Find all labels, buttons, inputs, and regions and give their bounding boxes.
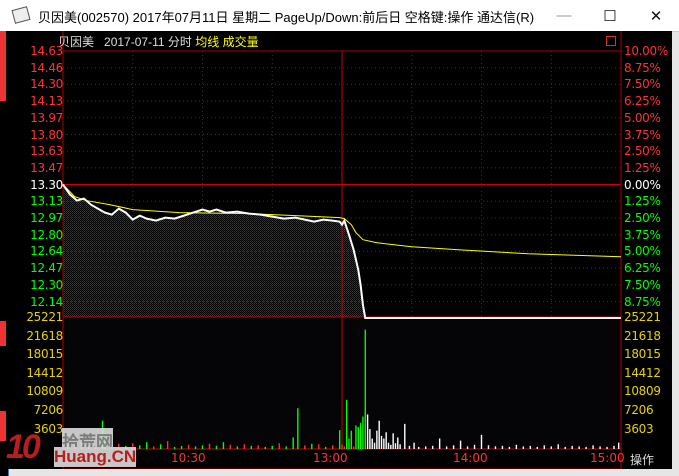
percent-axis-label: 8.75% [624, 60, 661, 75]
volume-axis-label: 25221 [26, 310, 63, 324]
chart-canvas [62, 31, 622, 469]
chart-date: 2017-07-11 [104, 35, 165, 49]
avg-line-label[interactable]: 均线 [195, 35, 219, 49]
price-axis-label: 14.63 [30, 44, 63, 58]
operate-button[interactable]: 操作 [630, 451, 654, 468]
price-axis-label: 14.46 [30, 60, 63, 75]
percent-axis-label: 5.00% [624, 244, 661, 259]
price-axis-label: 14.13 [30, 94, 63, 109]
price-axis-label: 14.30 [30, 77, 63, 92]
price-axis-label: 12.30 [30, 277, 63, 292]
percent-axis-label: 7.50% [624, 277, 661, 292]
price-axis-label: 13.80 [30, 127, 63, 142]
volume-axis-label: 21618 [624, 328, 661, 343]
price-axis-label: 12.80 [30, 227, 63, 242]
time-label: 10:30 [171, 451, 206, 465]
volume-axis-label: 14412 [624, 365, 661, 380]
watermark-logo: 10 拾荒网 Huang.CN [6, 428, 137, 467]
title-bar: 贝因美(002570) 2017年07月11日 星期二 PageUp/Down:… [0, 0, 679, 32]
price-axis-label: 13.13 [30, 194, 63, 209]
volume-label[interactable]: 成交量 [223, 35, 259, 49]
percent-axis-label: 6.25% [624, 94, 661, 109]
price-axis-label: 13.30 [30, 177, 63, 192]
app-icon [11, 6, 31, 24]
percent-axis-label: 5.00% [624, 110, 661, 125]
percent-axis-label: 8.75% [624, 294, 661, 309]
window-title: 贝因美(002570) 2017年07月11日 星期二 PageUp/Down:… [38, 10, 535, 25]
percent-axis-label: 3.75% [624, 127, 661, 142]
price-axis-label: 12.14 [30, 294, 63, 309]
time-label: 15:00 [590, 451, 625, 465]
percent-axis-label: 0.00% [624, 177, 661, 192]
chart-header: 贝因美 2017-07-11 分时 均线 成交量 [58, 33, 259, 50]
volume-axis-label: 14412 [26, 365, 63, 380]
volume-axis-label: 10809 [26, 384, 63, 399]
time-label: 13:00 [313, 451, 348, 465]
price-axis-label: 12.47 [30, 261, 63, 276]
intraday-chart[interactable]: 贝因美 2017-07-11 分时 均线 成交量 14.63 10.00% 14.4… [8, 31, 672, 469]
percent-axis-label: 6.25% [624, 261, 661, 276]
close-button[interactable]: ✕ [633, 0, 679, 31]
percent-axis-label: 2.50% [624, 144, 661, 159]
volume-axis-label: 7206 [33, 403, 64, 417]
percent-axis-label: 1.25% [624, 160, 661, 175]
minimize-button[interactable]: — [541, 0, 587, 31]
volume-axis-label: 18015 [26, 347, 63, 362]
volume-axis-label: 18015 [624, 347, 661, 362]
percent-axis-label: 3.75% [624, 227, 661, 242]
volume-axis-label: 3603 [624, 421, 654, 436]
restore-pane-icon[interactable] [606, 36, 616, 46]
volume-axis-label: 7206 [624, 403, 654, 417]
price-axis-label: 13.97 [30, 110, 63, 125]
price-axis-label: 12.64 [30, 244, 63, 259]
price-axis-label: 13.47 [30, 160, 63, 175]
volume-axis-label: 21618 [26, 328, 63, 343]
price-axis-label: 13.63 [30, 144, 63, 159]
percent-axis-label: 10.00% [624, 44, 668, 58]
time-label: 14:00 [453, 451, 488, 465]
volume-axis-label: 3603 [33, 421, 64, 436]
maximize-button[interactable]: ☐ [587, 0, 633, 31]
percent-axis-label: 7.50% [624, 77, 661, 92]
stock-name: 贝因美 [58, 35, 95, 49]
price-axis-label: 12.97 [30, 211, 63, 225]
chart-mode: 分时 [167, 35, 192, 49]
volume-axis-label: 10809 [624, 384, 661, 399]
volume-axis-label: 25221 [624, 310, 661, 324]
percent-axis-label: 2.50% [624, 211, 661, 225]
percent-axis-label: 1.25% [624, 194, 661, 209]
